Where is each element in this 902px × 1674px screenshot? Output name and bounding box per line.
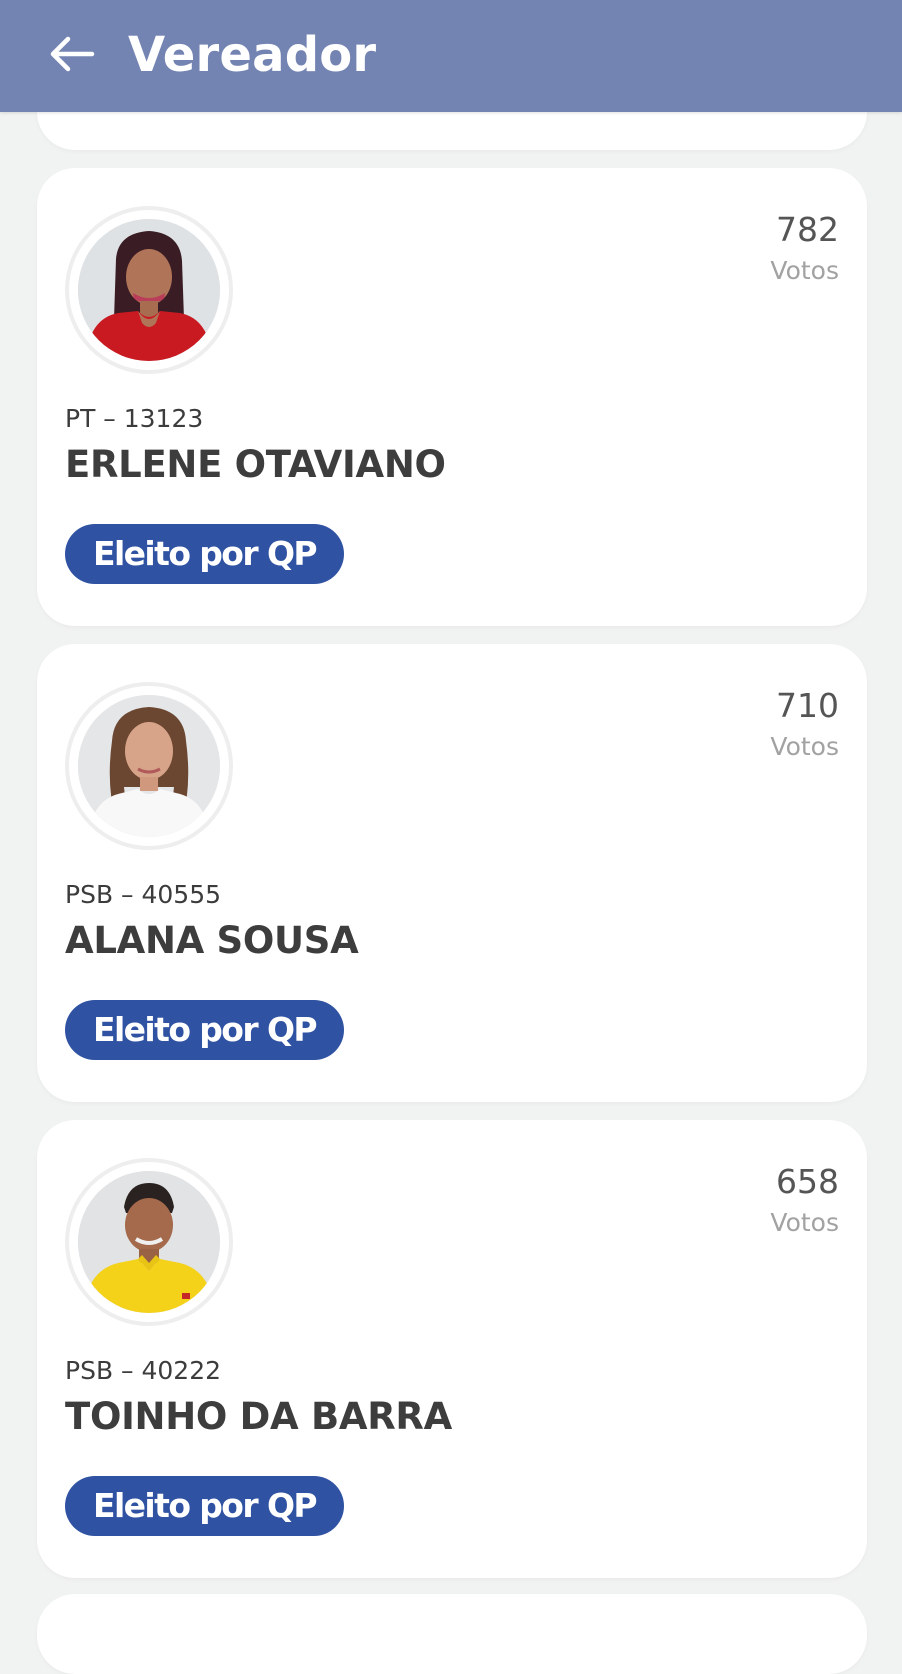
- candidate-name: TOINHO DA BARRA: [65, 1395, 452, 1438]
- candidate-card-partial[interactable]: [37, 1594, 867, 1674]
- back-button[interactable]: [44, 28, 100, 80]
- vote-count: 658: [776, 1162, 839, 1201]
- elected-status-badge: Eleito por QP: [65, 1476, 344, 1536]
- page-title: Vereador: [128, 27, 377, 83]
- vote-count-label: Votos: [770, 1208, 839, 1237]
- party-number: PT – 13123: [65, 404, 204, 433]
- vote-count: 782: [776, 210, 839, 249]
- candidate-name: ERLENE OTAVIANO: [65, 443, 446, 486]
- candidate-avatar: [65, 206, 233, 374]
- candidate-card[interactable]: 658 Votos PSB – 40222 TOINHO DA BARRA El…: [37, 1120, 867, 1578]
- vote-count: 710: [776, 686, 839, 725]
- party-number: PSB – 40555: [65, 880, 222, 909]
- candidate-avatar: [65, 682, 233, 850]
- elected-status-badge: Eleito por QP: [65, 524, 344, 584]
- candidate-name: ALANA SOUSA: [65, 919, 359, 962]
- elected-status-badge: Eleito por QP: [65, 1000, 344, 1060]
- candidate-photo-woman-red-top: [78, 219, 220, 361]
- candidate-photo-woman-white-top: [78, 695, 220, 837]
- candidate-list[interactable]: 782 Votos PT – 13123 ERLENE OTAVIANO Ele…: [0, 0, 902, 1674]
- app-header: Vereador: [0, 0, 902, 112]
- vote-count-label: Votos: [770, 256, 839, 285]
- candidate-card[interactable]: 710 Votos PSB – 40555 ALANA SOUSA Eleito…: [37, 644, 867, 1102]
- arrow-left-icon: [50, 36, 95, 72]
- candidate-avatar: [65, 1158, 233, 1326]
- candidate-photo-man-yellow-shirt: [78, 1171, 220, 1313]
- candidate-card[interactable]: 782 Votos PT – 13123 ERLENE OTAVIANO Ele…: [37, 168, 867, 626]
- vote-count-label: Votos: [770, 732, 839, 761]
- party-number: PSB – 40222: [65, 1356, 222, 1385]
